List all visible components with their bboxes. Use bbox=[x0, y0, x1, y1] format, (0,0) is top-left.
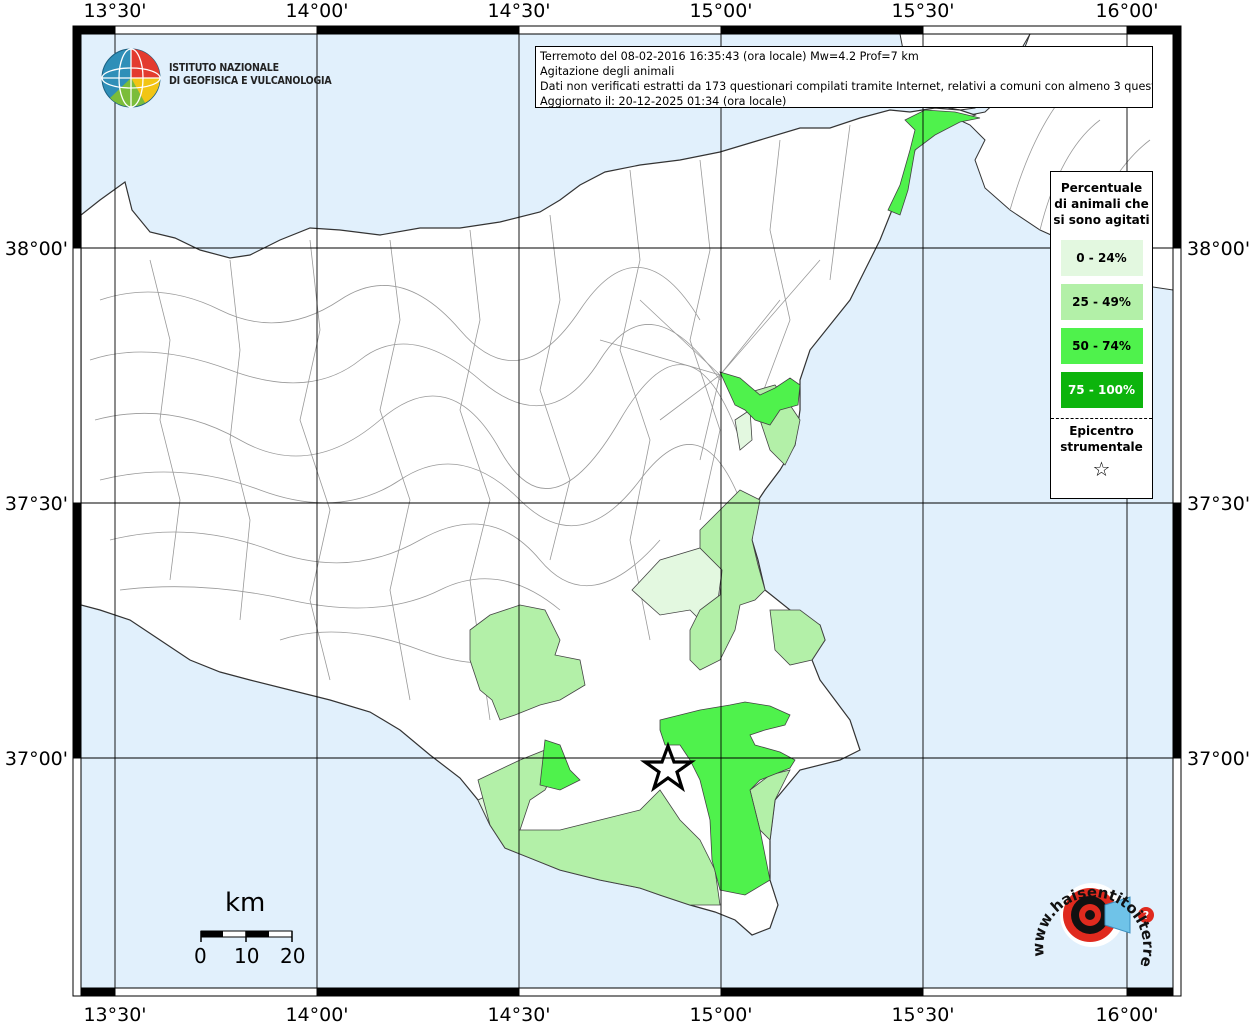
bottom-label-4: 15°30' bbox=[891, 1004, 954, 1024]
top-label-1: 14°00' bbox=[285, 0, 348, 22]
info-line-2: Agitazione degli animali bbox=[540, 65, 675, 78]
legend-star-icon: ☆ bbox=[1092, 457, 1111, 481]
left-label-1: 37°30' bbox=[5, 493, 68, 515]
legend-item-0-24: 0 - 24% bbox=[1060, 240, 1143, 276]
ingv-logo-text: ISTITUTO NAZIONALE DI GEOFISICA E VULCAN… bbox=[169, 62, 332, 88]
bottom-label-3: 15°00' bbox=[689, 1004, 752, 1024]
bottom-label-0: 13°30' bbox=[83, 1004, 146, 1024]
left-label-2: 37°00' bbox=[5, 748, 68, 770]
ingv-line1: ISTITUTO NAZIONALE bbox=[169, 62, 279, 74]
top-label-2: 14°30' bbox=[487, 0, 550, 22]
top-label-5: 16°00' bbox=[1095, 0, 1158, 22]
top-label-0: 13°30' bbox=[83, 0, 146, 22]
top-label-3: 15°00' bbox=[689, 0, 752, 22]
bottom-label-2: 14°30' bbox=[487, 1004, 550, 1024]
top-label-4: 15°30' bbox=[891, 0, 954, 22]
left-label-0: 38°00' bbox=[5, 238, 68, 260]
scale-label-10: 10 bbox=[234, 944, 260, 968]
legend-title: Percentuale di animali che si sono agita… bbox=[1053, 181, 1150, 227]
legend: Percentuale di animali che si sono agita… bbox=[1050, 171, 1153, 499]
ingv-logo-icon bbox=[101, 48, 161, 108]
intensity-map: 13°30' 14°00' 14°30' 15°00' 15°30' 16°00… bbox=[0, 0, 1250, 1024]
scale-label-0: 0 bbox=[194, 944, 207, 968]
info-line-4: Aggiornato il: 20-12-2025 01:34 (ora loc… bbox=[540, 95, 787, 108]
legend-item-75-100: 75 - 100% bbox=[1060, 372, 1143, 408]
bottom-label-1: 14°00' bbox=[285, 1004, 348, 1024]
scale-title: km bbox=[225, 888, 266, 918]
right-label-2: 37°00' bbox=[1187, 748, 1250, 770]
legend-epicenter-title: Epicentro strumentale bbox=[1060, 424, 1143, 454]
info-line-3: Dati non verificati estratti da 173 ques… bbox=[540, 80, 1153, 93]
scale-label-20: 20 bbox=[280, 944, 306, 968]
legend-item-50-74: 50 - 74% bbox=[1060, 328, 1143, 364]
bottom-label-5: 16°00' bbox=[1095, 1004, 1158, 1024]
right-label-1: 37°30' bbox=[1187, 493, 1250, 515]
legend-separator bbox=[1051, 418, 1152, 419]
earthquake-info-box: Terremoto del 08-02-2016 16:35:43 (ora l… bbox=[535, 46, 1153, 108]
info-line-1: Terremoto del 08-02-2016 16:35:43 (ora l… bbox=[540, 50, 919, 63]
legend-item-25-49: 25 - 49% bbox=[1060, 284, 1143, 320]
ingv-line2: DI GEOFISICA E VULCANOLOGIA bbox=[169, 75, 332, 87]
right-label-0: 38°00' bbox=[1187, 238, 1250, 260]
